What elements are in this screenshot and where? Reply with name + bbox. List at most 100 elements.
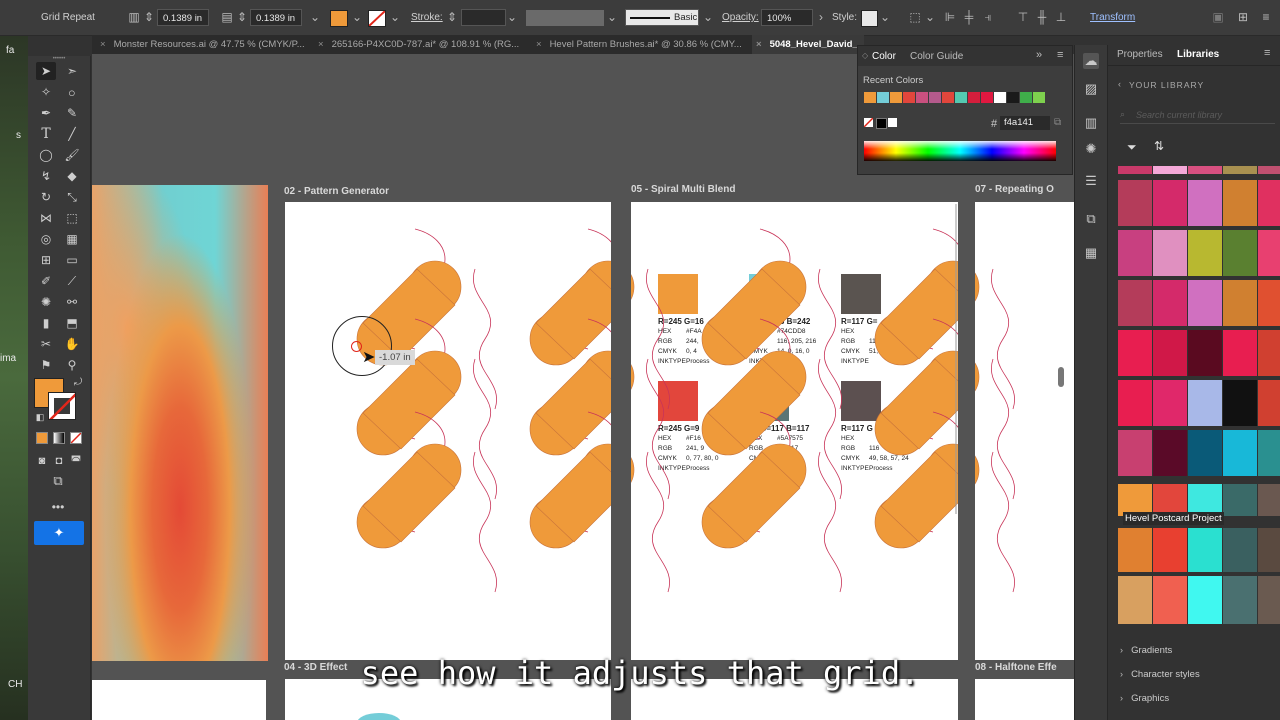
scrollbar-thumb[interactable] (1058, 367, 1064, 387)
rotate-tool-icon[interactable]: ↻ (36, 188, 56, 206)
library-color-swatch[interactable] (1188, 380, 1222, 426)
stroke-none-swatch[interactable] (368, 10, 386, 27)
library-color-swatch[interactable] (1188, 576, 1222, 624)
chevron-down-icon[interactable]: ⌄ (922, 9, 938, 25)
brushes-icon[interactable]: ✺ (1083, 141, 1099, 157)
document-tab-active[interactable]: × 5048_Hevel_David_... (752, 35, 864, 54)
recent-color-swatch[interactable] (877, 92, 889, 103)
library-color-swatch[interactable] (1223, 230, 1257, 276)
library-color-swatch[interactable] (1118, 166, 1152, 174)
recent-color-swatch[interactable] (981, 92, 993, 103)
direct-selection-tool-icon[interactable]: ➣ (62, 62, 82, 80)
horizontal-spacing-field[interactable]: 0.1389 in (157, 9, 209, 26)
opacity-field[interactable]: 100% (761, 9, 813, 26)
slice-tool-icon[interactable]: ✂ (36, 335, 56, 353)
swap-fill-stroke-icon[interactable]: ⤾ (68, 374, 88, 392)
recent-color-swatch[interactable] (864, 92, 876, 103)
library-color-swatch[interactable] (1223, 180, 1257, 226)
edit-toolbar-icon[interactable]: ••• (48, 498, 68, 516)
screen-mode-icon[interactable]: ⧉ (48, 472, 68, 490)
library-section-graphics[interactable]: › Graphics (1120, 692, 1169, 704)
recent-color-swatch[interactable] (994, 92, 1006, 103)
library-color-swatch[interactable] (1188, 528, 1222, 572)
chevron-down-icon[interactable]: ⌄ (877, 9, 893, 25)
library-color-swatch[interactable] (1223, 166, 1257, 174)
close-icon[interactable]: × (536, 39, 542, 50)
magic-wand-tool-icon[interactable]: ✧ (36, 83, 56, 101)
shape-builder-tool-icon[interactable]: ◎ (36, 230, 56, 248)
library-color-swatch[interactable] (1118, 430, 1152, 476)
draw-inside-icon[interactable]: ◚ (66, 452, 86, 470)
library-color-swatch[interactable] (1188, 330, 1222, 376)
tab-properties[interactable]: Properties (1117, 49, 1163, 60)
default-colors-icon[interactable]: ◧ (30, 408, 50, 426)
none-color-button[interactable] (864, 118, 873, 127)
fill-color-swatch[interactable] (330, 10, 348, 27)
vertical-spacing-field[interactable]: 0.1389 in (250, 9, 302, 26)
library-color-swatch[interactable] (1258, 576, 1280, 624)
recent-color-swatch[interactable] (1033, 92, 1045, 103)
tab-libraries[interactable]: Libraries (1177, 49, 1219, 60)
chevron-down-icon[interactable]: ⌄ (604, 9, 620, 25)
library-color-swatch[interactable] (1118, 180, 1152, 226)
document-info-icon[interactable]: ▨ (1083, 81, 1099, 97)
stepper-icon[interactable]: ⇕ (237, 9, 247, 25)
libraries-panel-icon[interactable]: ☁ (1083, 53, 1099, 69)
chevron-down-icon[interactable]: ⌄ (349, 9, 365, 25)
panel-grip-icon[interactable]: ◇ (862, 51, 868, 60)
close-icon[interactable]: × (100, 39, 106, 50)
align-center-icon[interactable]: ╪ (961, 9, 977, 25)
recent-color-swatch[interactable] (942, 92, 954, 103)
symbols-icon[interactable]: ☰ (1083, 173, 1099, 189)
line-tool-icon[interactable]: ╱ (62, 125, 82, 143)
black-color-button[interactable] (876, 118, 887, 129)
mesh-tool-icon[interactable]: ⊞ (36, 251, 56, 269)
library-color-swatch[interactable] (1223, 484, 1257, 516)
pathfinder-icon[interactable]: ⧉ (1083, 211, 1099, 227)
library-search-field[interactable]: ⌕ Search current library (1120, 107, 1275, 124)
library-color-swatch[interactable] (1153, 330, 1187, 376)
chevron-right-icon[interactable]: › (813, 9, 829, 25)
document-tab[interactable]: × 265166-P4XC0D-787.ai* @ 108.91 % (RG... (318, 35, 540, 54)
artboards-icon[interactable]: ▦ (1083, 245, 1099, 261)
sort-icon[interactable]: ⇅ (1154, 139, 1164, 153)
library-color-swatch[interactable] (1153, 380, 1187, 426)
close-icon[interactable]: × (756, 39, 762, 50)
chevron-down-icon[interactable]: ⌄ (387, 9, 403, 25)
back-chevron-icon[interactable]: ‹ (1118, 79, 1121, 89)
zoom-tool-icon[interactable]: ⚲ (62, 356, 82, 374)
library-color-swatch[interactable] (1153, 430, 1187, 476)
recent-color-swatch[interactable] (903, 92, 915, 103)
curvature-tool-icon[interactable]: ✎ (62, 104, 82, 122)
library-color-swatch[interactable] (1153, 180, 1187, 226)
library-color-swatch[interactable] (1258, 180, 1280, 226)
type-tool-icon[interactable]: T (36, 125, 56, 143)
library-color-swatch[interactable] (1118, 280, 1152, 326)
align-bottom-icon[interactable]: ⊥ (1053, 9, 1069, 25)
library-color-swatch[interactable] (1188, 180, 1222, 226)
library-color-swatch[interactable] (1258, 280, 1280, 326)
library-color-swatch[interactable] (1223, 576, 1257, 624)
document-tab[interactable]: × Hevel Pattern Brushes.ai* @ 30.86 % (CM… (536, 35, 748, 54)
recent-color-swatch[interactable] (1020, 92, 1032, 103)
column-graph-tool-icon[interactable]: ▮ (36, 314, 56, 332)
color-spectrum-bar[interactable] (864, 141, 1056, 161)
filter-icon[interactable]: ⏷ (1127, 140, 1137, 155)
recent-color-swatch[interactable] (929, 92, 941, 103)
library-color-swatch[interactable] (1153, 230, 1187, 276)
library-color-swatch[interactable] (1188, 430, 1222, 476)
scale-tool-icon[interactable]: ⤡ (62, 188, 82, 206)
shaper-tool-icon[interactable]: ↯ (36, 167, 56, 185)
gradient-mode-icon[interactable] (53, 432, 65, 444)
library-color-swatch[interactable] (1258, 230, 1280, 276)
stepper-icon[interactable]: ⇕ (144, 9, 154, 25)
library-color-swatch[interactable] (1118, 230, 1152, 276)
align-right-icon[interactable]: ⫣ (980, 9, 996, 25)
library-back-label[interactable]: YOUR LIBRARY (1129, 80, 1204, 90)
transform-link[interactable]: Transform (1090, 12, 1135, 23)
library-color-swatch[interactable] (1223, 528, 1257, 572)
isolate-icon[interactable]: ▣ (1210, 9, 1226, 25)
recolor-icon[interactable]: ⬚ (907, 9, 923, 25)
eraser-tool-icon[interactable]: ◆ (62, 167, 82, 185)
recent-color-swatch[interactable] (1007, 92, 1019, 103)
